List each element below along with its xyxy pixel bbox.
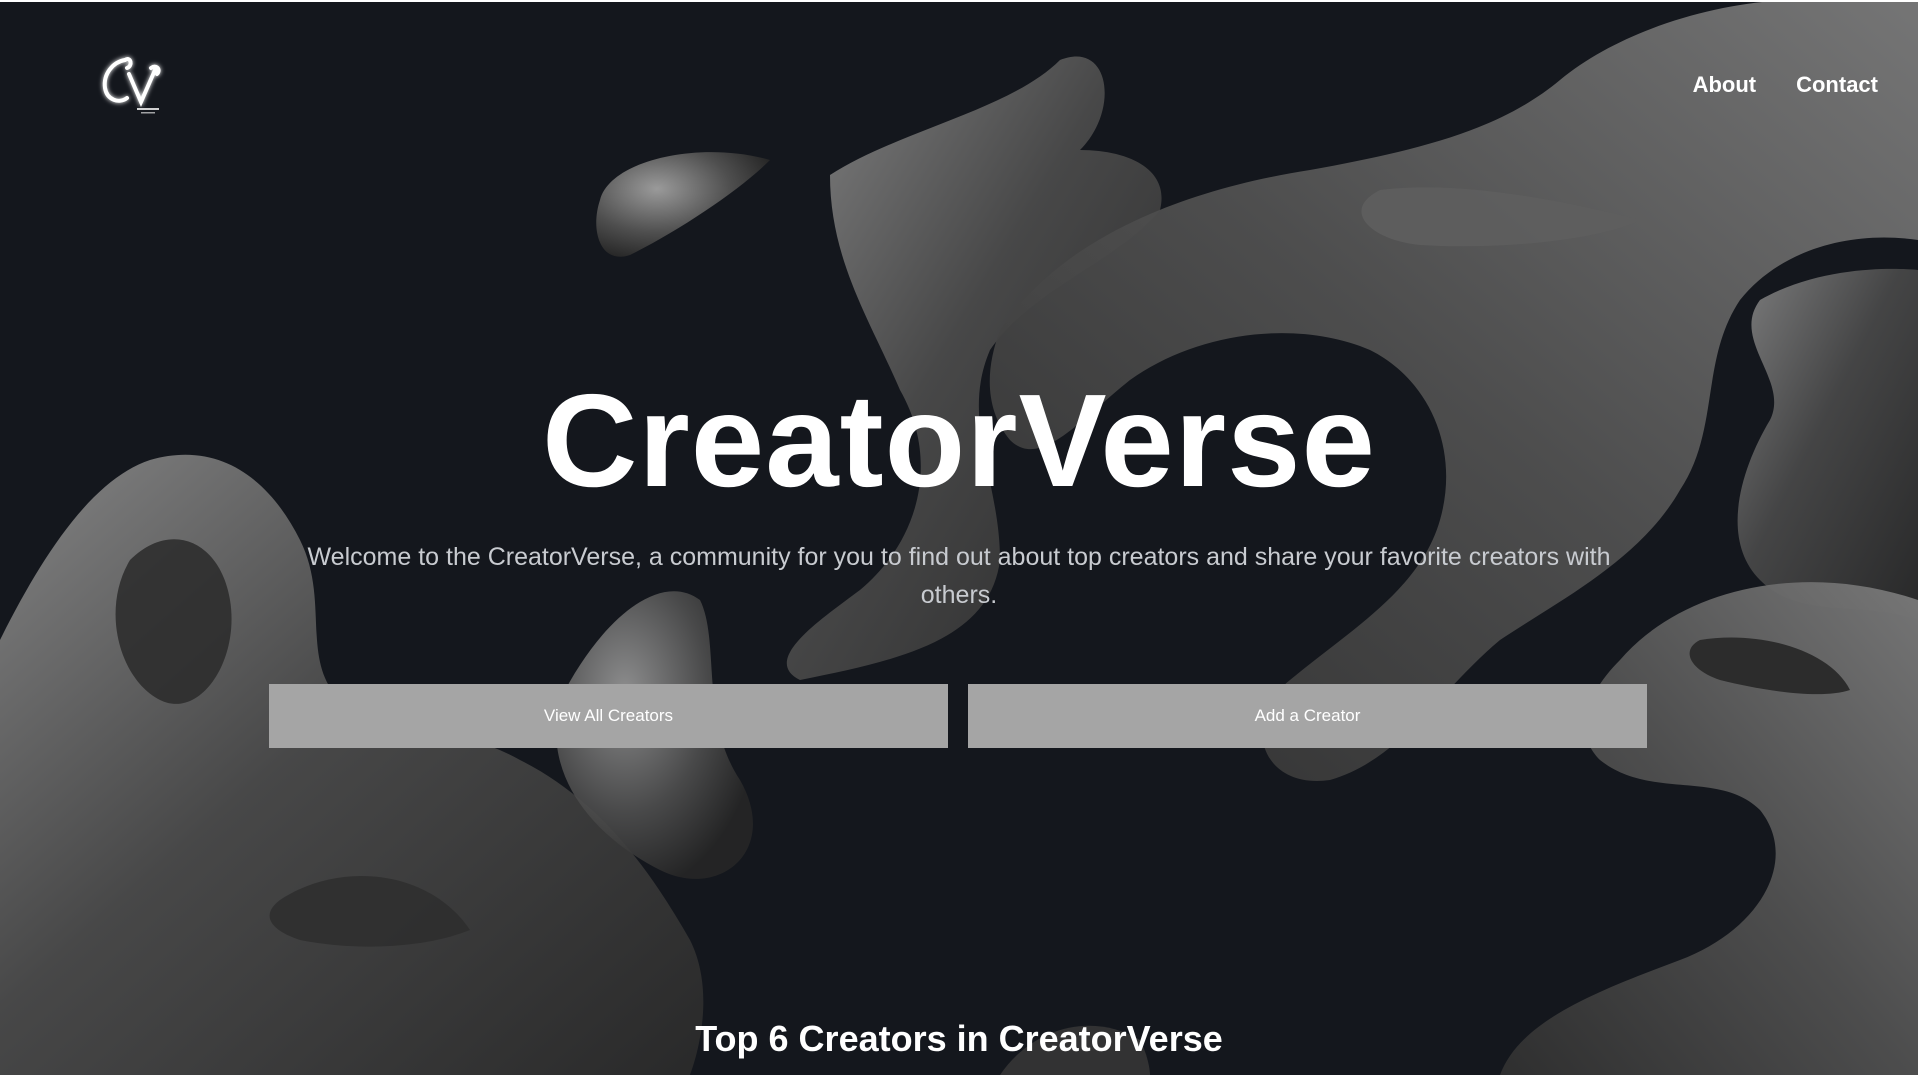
top-creators-heading: Top 6 Creators in CreatorVerse (695, 1018, 1223, 1059)
top-nav: About Contact (0, 0, 1918, 170)
logo-icon[interactable] (95, 48, 167, 118)
add-creator-button[interactable]: Add a Creator (968, 684, 1647, 748)
nav-links: About Contact (1693, 72, 1878, 98)
hero-subtitle: Welcome to the CreatorVerse, a community… (307, 543, 1611, 609)
page: About Contact CreatorVerse Welcome to th… (0, 0, 1918, 1075)
hero-title: CreatorVerse (542, 367, 1376, 514)
nav-about-link[interactable]: About (1693, 72, 1757, 98)
nav-contact-link[interactable]: Contact (1796, 72, 1878, 98)
view-all-creators-button[interactable]: View All Creators (269, 684, 948, 748)
